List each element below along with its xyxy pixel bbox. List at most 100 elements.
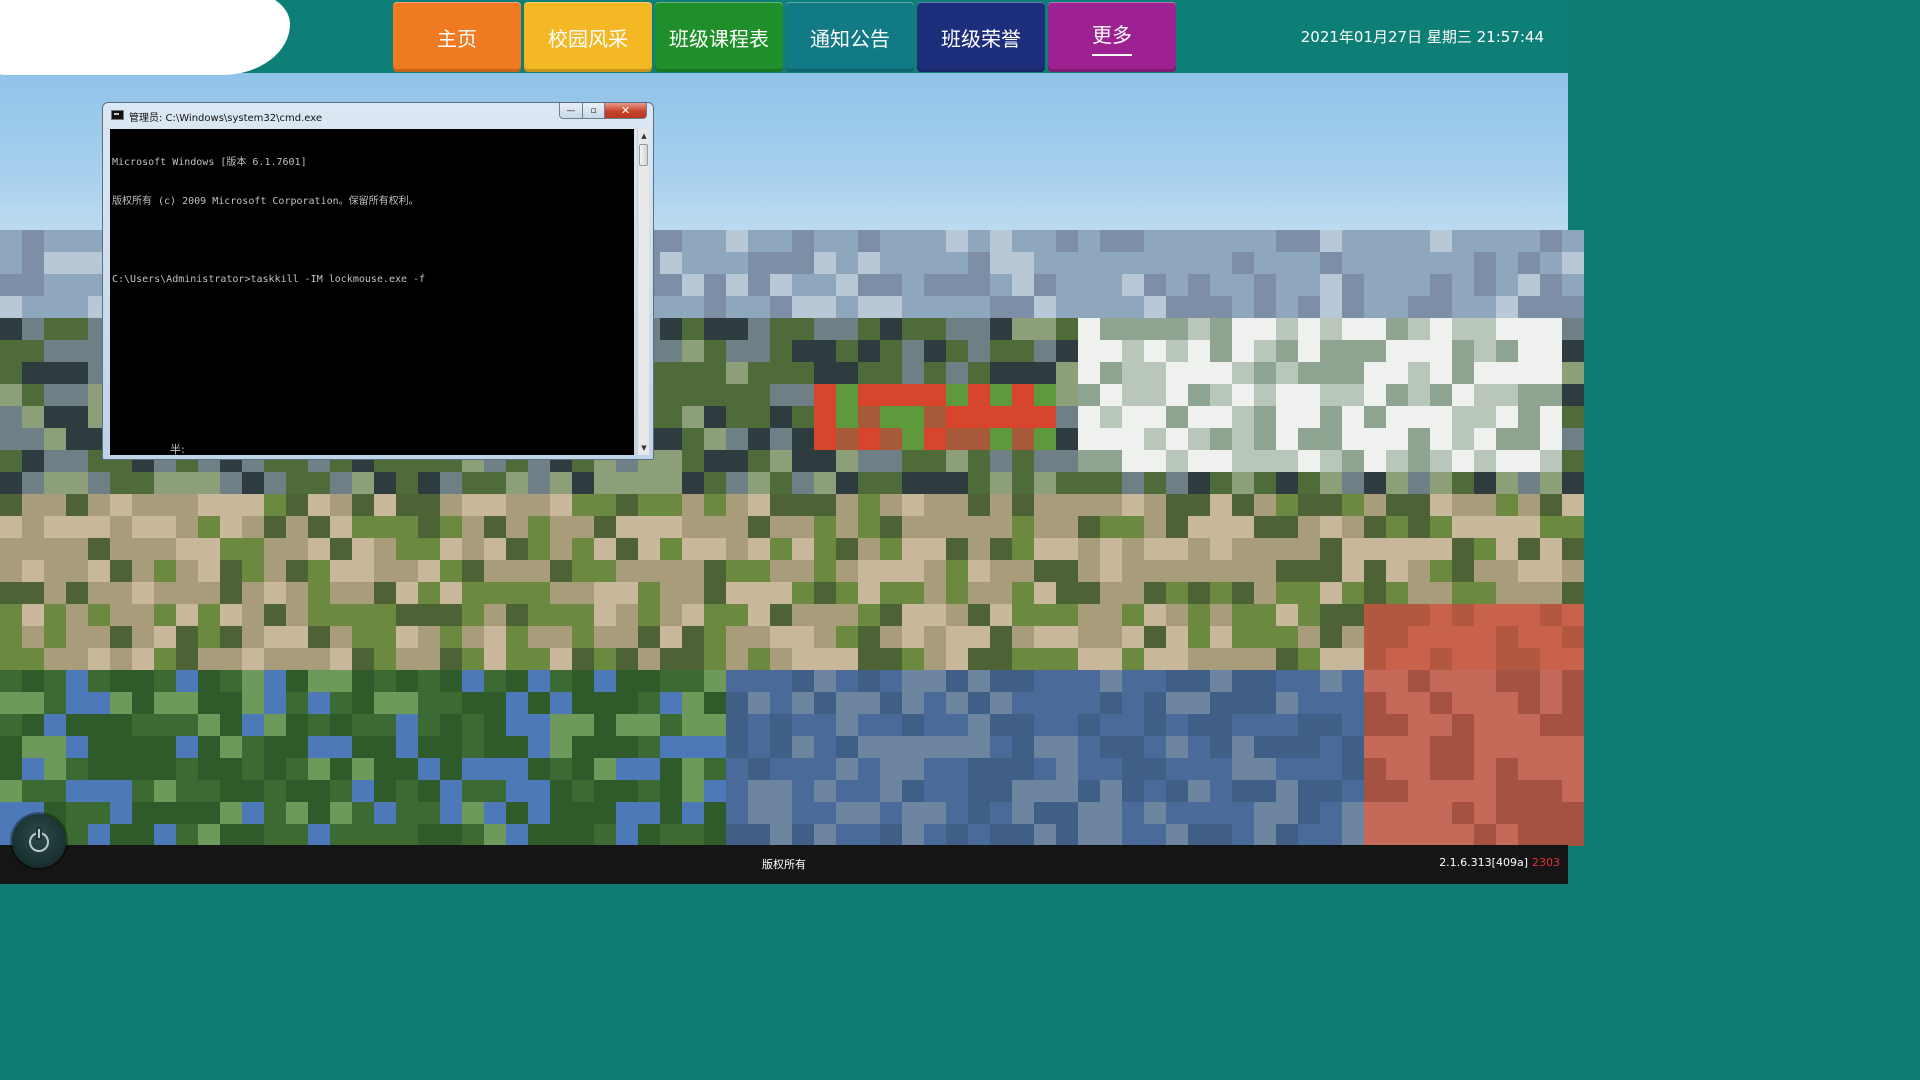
background-pixel <box>1034 494 1056 516</box>
background-pixel <box>1386 516 1408 538</box>
background-pixel <box>1210 428 1232 450</box>
background-pixel <box>924 428 946 450</box>
background-pixel <box>176 516 198 538</box>
background-pixel <box>1518 736 1540 758</box>
background-pixel <box>660 802 682 824</box>
background-pixel <box>1452 252 1474 274</box>
background-pixel <box>1408 648 1430 670</box>
background-pixel <box>1342 692 1364 714</box>
background-pixel <box>1232 230 1254 252</box>
nav-item-class-schedule[interactable]: 班级课程表 <box>655 2 783 72</box>
background-pixel <box>1232 758 1254 780</box>
background-pixel <box>792 648 814 670</box>
background-pixel <box>1276 758 1298 780</box>
background-pixel <box>550 802 572 824</box>
close-button[interactable]: ✕ <box>605 103 647 119</box>
background-pixel <box>1430 780 1452 802</box>
cmd-title-bar[interactable]: 管理员: C:\Windows\system32\cmd.exe — ▫ ✕ <box>103 103 653 127</box>
console-output[interactable]: Microsoft Windows [版本 6.1.7601] 版权所有 (c)… <box>110 129 634 455</box>
background-pixel <box>748 824 770 846</box>
background-pixel <box>1364 428 1386 450</box>
cmd-icon[interactable] <box>111 110 124 120</box>
background-pixel <box>880 428 902 450</box>
background-pixel <box>814 758 836 780</box>
background-pixel <box>1232 428 1254 450</box>
background-pixel <box>682 560 704 582</box>
background-pixel <box>1298 494 1320 516</box>
background-pixel <box>814 692 836 714</box>
console-scrollbar[interactable]: ▲ ▼ <box>637 129 649 455</box>
background-pixel <box>1430 538 1452 560</box>
background-pixel <box>1342 824 1364 846</box>
nav-item-notices[interactable]: 通知公告 <box>786 2 914 72</box>
background-pixel <box>924 626 946 648</box>
background-pixel <box>1342 340 1364 362</box>
background-pixel <box>572 582 594 604</box>
nav-item-class-honors[interactable]: 班级荣誉 <box>917 2 1045 72</box>
maximize-button[interactable]: ▫ <box>583 103 605 119</box>
background-pixel <box>990 274 1012 296</box>
nav-item-campus-style[interactable]: 校园风采 <box>524 2 652 72</box>
nav-item-home[interactable]: 主页 <box>393 2 521 72</box>
background-pixel <box>704 670 726 692</box>
background-pixel <box>1430 648 1452 670</box>
background-pixel <box>792 450 814 472</box>
background-pixel <box>616 780 638 802</box>
background-pixel <box>44 340 66 362</box>
background-pixel <box>1430 736 1452 758</box>
background-pixel <box>1012 340 1034 362</box>
background-pixel <box>242 560 264 582</box>
background-pixel <box>1100 714 1122 736</box>
background-pixel <box>528 494 550 516</box>
scrollbar-thumb[interactable] <box>639 144 648 166</box>
scroll-up-arrow-icon[interactable]: ▲ <box>638 129 650 143</box>
background-pixel <box>132 604 154 626</box>
background-pixel <box>462 824 484 846</box>
background-pixel <box>1078 450 1100 472</box>
cmd-window[interactable]: 管理员: C:\Windows\system32\cmd.exe — ▫ ✕ M… <box>102 102 654 460</box>
scroll-down-arrow-icon[interactable]: ▼ <box>638 441 650 455</box>
background-pixel <box>352 582 374 604</box>
background-pixel <box>110 604 132 626</box>
background-pixel <box>836 714 858 736</box>
background-pixel <box>1320 230 1342 252</box>
background-pixel <box>682 736 704 758</box>
minimize-button[interactable]: — <box>559 103 583 119</box>
background-pixel <box>22 406 44 428</box>
background-pixel <box>594 780 616 802</box>
background-pixel <box>220 516 242 538</box>
background-pixel <box>1034 582 1056 604</box>
background-pixel <box>22 494 44 516</box>
background-pixel <box>1518 692 1540 714</box>
background-pixel <box>22 670 44 692</box>
background-pixel <box>264 538 286 560</box>
background-pixel <box>1012 230 1034 252</box>
background-pixel <box>1562 802 1584 824</box>
power-button[interactable] <box>12 814 66 868</box>
background-pixel <box>242 582 264 604</box>
background-pixel <box>1342 472 1364 494</box>
background-pixel <box>1298 252 1320 274</box>
background-pixel <box>770 560 792 582</box>
background-pixel <box>1232 494 1254 516</box>
background-pixel <box>110 472 132 494</box>
background-pixel <box>902 582 924 604</box>
background-pixel <box>1474 494 1496 516</box>
background-pixel <box>968 626 990 648</box>
background-pixel <box>1034 428 1056 450</box>
background-pixel <box>506 582 528 604</box>
background-pixel <box>1474 802 1496 824</box>
background-pixel <box>1012 362 1034 384</box>
background-pixel <box>550 494 572 516</box>
background-pixel <box>352 648 374 670</box>
background-pixel <box>1474 450 1496 472</box>
background-pixel <box>1562 604 1584 626</box>
background-pixel <box>1474 626 1496 648</box>
background-pixel <box>902 494 924 516</box>
background-pixel <box>506 604 528 626</box>
background-pixel <box>198 692 220 714</box>
background-pixel <box>550 714 572 736</box>
nav-item-more[interactable]: 更多 <box>1048 2 1176 72</box>
background-pixel <box>704 252 726 274</box>
background-pixel <box>726 340 748 362</box>
